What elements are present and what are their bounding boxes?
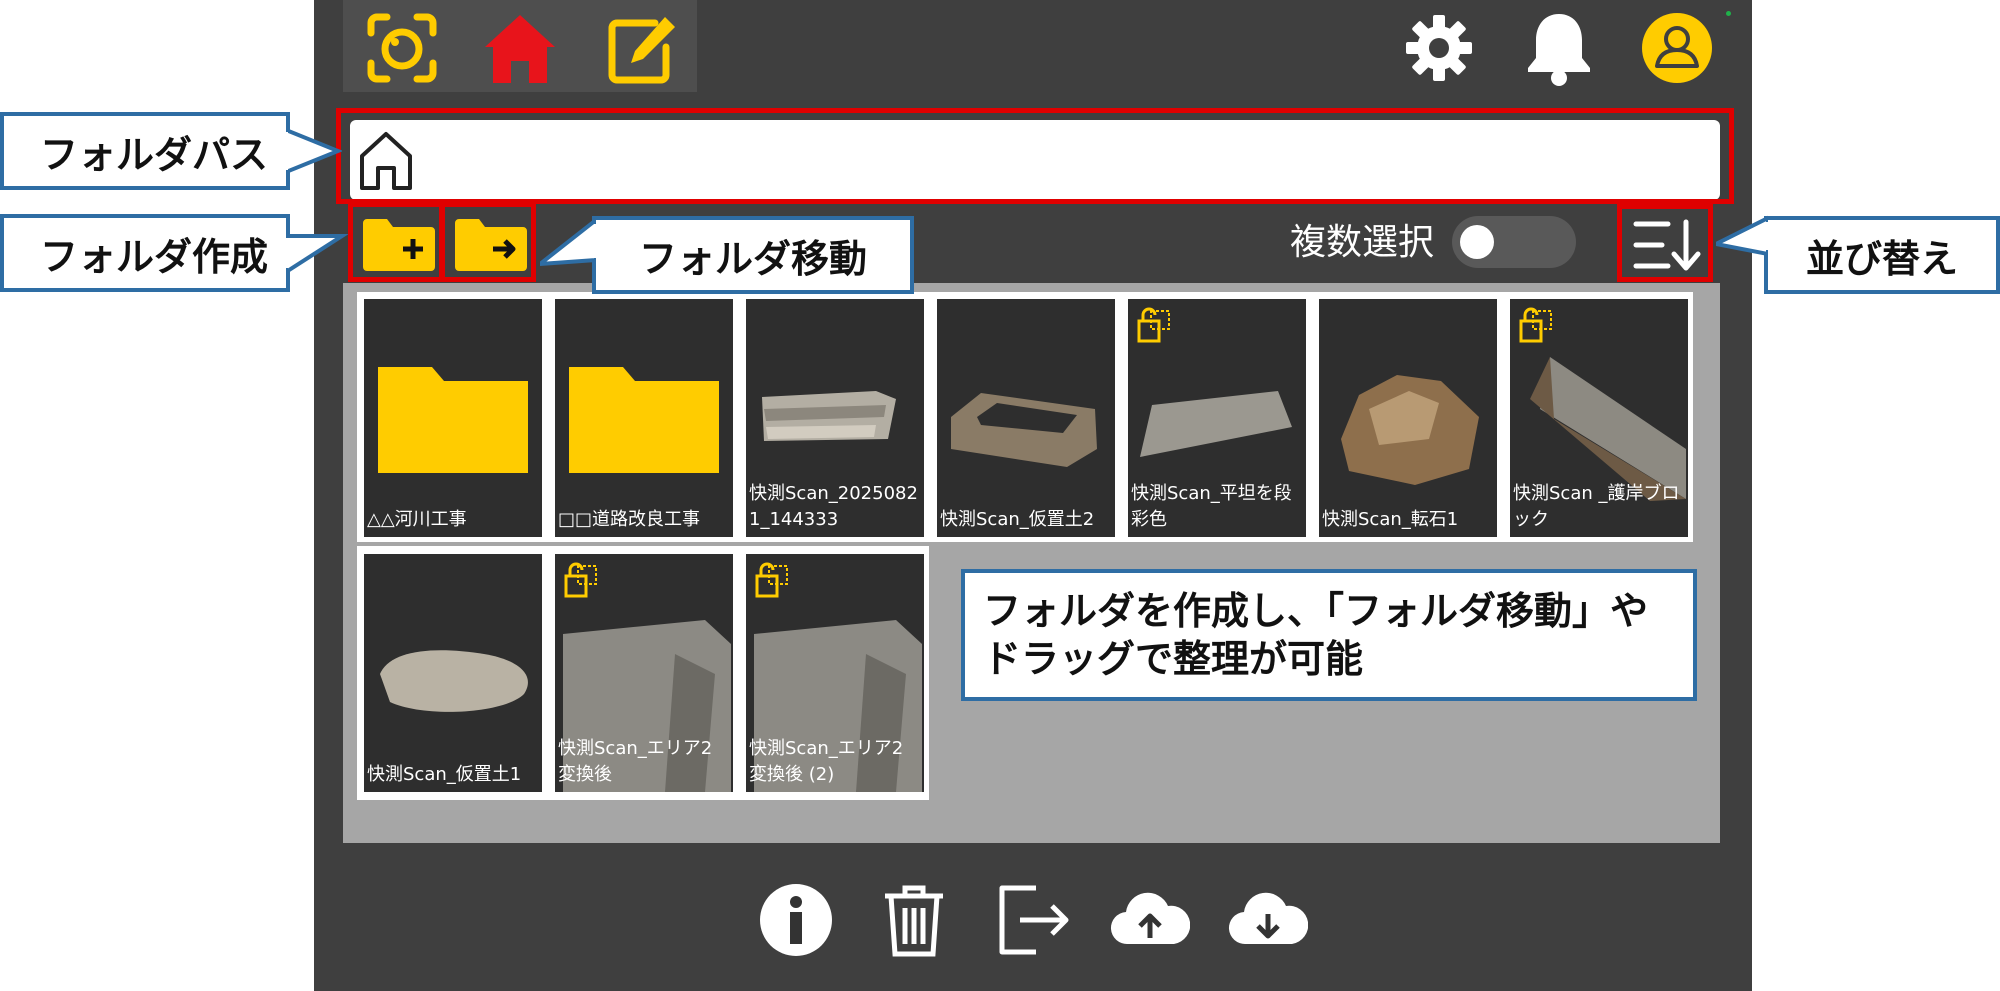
annotation-pointer xyxy=(286,127,342,175)
nav-scan-button[interactable] xyxy=(359,8,445,88)
tile-label: 快測Scan_20250821_144333 xyxy=(749,483,918,530)
folder-arrow-icon xyxy=(455,219,527,271)
folder-plus-icon xyxy=(363,219,435,271)
export-icon xyxy=(999,885,1069,955)
scan-tile[interactable]: 快測Scan_転石1 xyxy=(1319,299,1497,537)
download-cloud-icon xyxy=(1229,892,1308,945)
multi-select-label: 複数選択 xyxy=(1290,222,1435,263)
download-button[interactable] xyxy=(1228,880,1308,960)
tile-label: □□道路改良工事 xyxy=(558,509,701,530)
scan-tile[interactable]: 快測Scan_仮置土1 xyxy=(364,554,542,792)
new-folder-button[interactable] xyxy=(356,210,442,280)
scan-icon xyxy=(367,13,437,83)
annotation-note-line2: ドラッグで整理が可能 xyxy=(983,637,1364,681)
folder-path-bar[interactable] xyxy=(350,120,1720,200)
folder-icon xyxy=(569,367,719,473)
pointcloud-thumbnail xyxy=(951,393,1097,467)
multi-select-toggle[interactable] xyxy=(1452,216,1576,268)
home-icon xyxy=(485,15,555,83)
info-icon xyxy=(760,884,832,956)
lock-icon xyxy=(1519,307,1552,343)
tile-label: 快測Scan_エリア2変換後 (2) xyxy=(749,738,904,785)
folder-tile[interactable]: □□道路改良工事 xyxy=(555,299,733,537)
pointcloud-thumbnail xyxy=(1341,375,1479,485)
folder-tile[interactable]: △△河川工事 xyxy=(364,299,542,537)
annotation-folder-path: フォルダパス xyxy=(0,112,290,190)
annotation-note: フォルダを作成し、「フォルダ移動」や ドラッグで整理が可能 xyxy=(961,569,1697,701)
status-dot xyxy=(1726,11,1731,16)
lock-icon xyxy=(1137,307,1170,343)
scan-tile[interactable]: 快測Scan_仮置土2 xyxy=(937,299,1115,537)
tile-label: △△河川工事 xyxy=(367,509,467,530)
tile-label: 快測Scan_仮置土2 xyxy=(940,509,1095,530)
folder-icon xyxy=(378,367,528,473)
upload-button[interactable] xyxy=(1110,880,1190,960)
info-button[interactable] xyxy=(756,880,836,960)
sort-icon xyxy=(1633,219,1701,271)
nav-edit-button[interactable] xyxy=(599,8,685,88)
export-button[interactable] xyxy=(994,880,1074,960)
lock-icon xyxy=(755,562,788,598)
move-folder-button[interactable] xyxy=(448,210,534,280)
annotation-create-folder: フォルダ作成 xyxy=(0,214,290,292)
account-button[interactable] xyxy=(1634,8,1720,88)
home-outline-icon[interactable] xyxy=(356,128,416,192)
scan-tile[interactable]: 快測Scan_エリア2変換後 xyxy=(555,554,733,792)
annotation-pointer xyxy=(540,217,596,267)
sort-button[interactable] xyxy=(1624,212,1710,280)
tile-label: 快測Scan_仮置土1 xyxy=(367,764,522,785)
tile-label: 快測Scan _護岸ブロック xyxy=(1513,483,1680,530)
trash-icon xyxy=(885,885,943,957)
scan-tile[interactable]: 快測Scan_平坦を段彩色 xyxy=(1128,299,1306,537)
user-icon xyxy=(1642,13,1712,83)
scan-tile[interactable]: 快測Scan_エリア2変換後 (2) xyxy=(746,554,924,792)
upload-cloud-icon xyxy=(1111,892,1190,945)
annotation-pointer xyxy=(1716,215,1768,257)
annotation-note-line1: フォルダを作成し、「フォルダ移動」や xyxy=(983,589,1649,633)
gear-icon xyxy=(1406,15,1472,81)
settings-button[interactable] xyxy=(1396,8,1482,88)
annotation-move-folder: フォルダ移動 xyxy=(592,216,914,294)
tile-label: 快測Scan_平坦を段彩色 xyxy=(1131,483,1292,530)
notifications-button[interactable] xyxy=(1516,8,1602,88)
annotation-sort: 並び替え xyxy=(1764,216,2000,294)
tile-label: 快測Scan_転石1 xyxy=(1322,509,1459,530)
toggle-knob xyxy=(1460,225,1494,259)
lock-icon xyxy=(564,562,597,598)
scan-tile[interactable]: 快測Scan _護岸ブロック xyxy=(1510,299,1688,537)
edit-icon xyxy=(608,17,675,84)
tile-label: 快測Scan_エリア2変換後 xyxy=(558,738,713,785)
scan-tile[interactable]: 快測Scan_20250821_144333 xyxy=(746,299,924,537)
delete-button[interactable] xyxy=(874,880,954,960)
bell-icon xyxy=(1528,14,1590,86)
annotation-pointer xyxy=(286,234,348,275)
pointcloud-thumbnail xyxy=(380,650,528,712)
nav-home-button[interactable] xyxy=(477,8,563,88)
